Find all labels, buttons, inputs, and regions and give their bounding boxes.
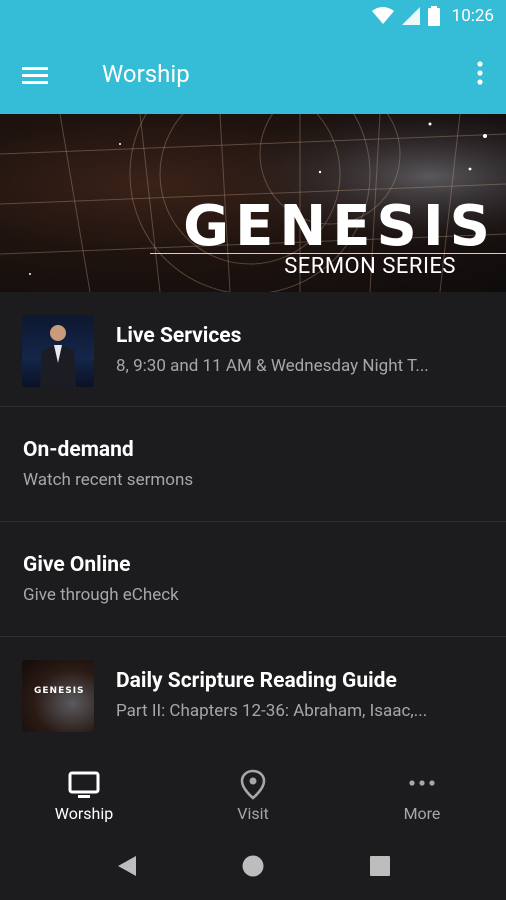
scripture-thumb-title: GENESIS <box>34 686 85 696</box>
system-navigation-bar <box>0 840 506 900</box>
hamburger-menu-icon[interactable] <box>20 60 52 92</box>
nav-tab-visit[interactable]: Visit <box>169 752 337 840</box>
hero-subtitle: SERMON SERIES <box>284 254 456 279</box>
location-pin-icon <box>240 769 266 800</box>
wifi-icon <box>371 7 394 24</box>
list-item-on-demand[interactable]: On-demand Watch recent sermons <box>0 407 506 522</box>
status-bar: 10:26 <box>0 0 506 36</box>
page-title: Worship <box>102 60 190 88</box>
status-time: 10:26 <box>451 6 494 26</box>
tv-icon <box>68 771 100 798</box>
recent-apps-icon[interactable] <box>368 854 392 878</box>
nav-tab-worship[interactable]: Worship <box>0 752 168 840</box>
back-icon[interactable] <box>114 854 138 878</box>
list-item-subtitle: Give through eCheck <box>23 585 179 605</box>
speaker-image <box>40 325 76 387</box>
list-item-live-services[interactable]: Live Services 8, 9:30 and 11 AM & Wednes… <box>0 292 506 407</box>
content-list: Live Services 8, 9:30 and 11 AM & Wednes… <box>0 292 506 752</box>
hero-banner[interactable]: GENESIS SERMON SERIES <box>0 114 506 292</box>
battery-icon <box>427 6 440 26</box>
hero-title: GENESIS <box>183 194 496 259</box>
cellular-signal-icon <box>401 7 420 25</box>
list-item-daily-scripture[interactable]: GENESIS Daily Scripture Reading Guide Pa… <box>0 637 506 752</box>
nav-label: More <box>403 804 441 823</box>
home-icon[interactable] <box>241 854 265 878</box>
list-item-title: On-demand <box>23 438 134 462</box>
live-services-thumbnail <box>22 315 94 387</box>
nav-label: Visit <box>237 804 269 823</box>
overflow-menu-icon[interactable] <box>472 58 488 90</box>
list-item-subtitle: 8, 9:30 and 11 AM & Wednesday Night T... <box>116 356 429 376</box>
nav-label: Worship <box>54 804 114 823</box>
more-dots-icon <box>409 780 435 786</box>
bottom-navigation: Worship Visit More <box>0 752 506 840</box>
nav-tab-more[interactable]: More <box>338 752 506 840</box>
list-item-subtitle: Watch recent sermons <box>23 470 194 490</box>
list-item-give-online[interactable]: Give Online Give through eCheck <box>0 522 506 637</box>
status-icons: 10:26 <box>371 6 494 26</box>
list-item-title: Daily Scripture Reading Guide <box>116 669 397 693</box>
list-item-subtitle: Part II: Chapters 12-36: Abraham, Isaac,… <box>116 701 428 721</box>
list-item-title: Give Online <box>23 553 131 577</box>
scripture-guide-thumbnail: GENESIS <box>22 660 94 732</box>
app-bar: Worship <box>0 36 506 114</box>
list-item-title: Live Services <box>116 324 242 348</box>
